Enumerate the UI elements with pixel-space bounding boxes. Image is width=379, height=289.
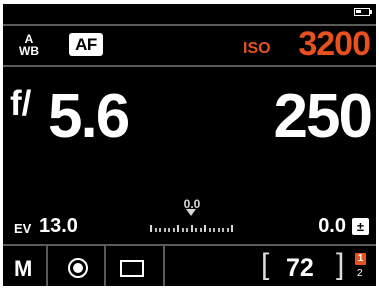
meter-tick — [163, 228, 166, 232]
iso-label: ISO — [243, 40, 271, 57]
ev-value: 13.0 — [39, 215, 78, 237]
aperture-value[interactable]: 5.6 — [48, 86, 130, 148]
meter-tick — [213, 228, 215, 232]
meter-pointer-icon — [186, 209, 196, 216]
meter-tick — [217, 228, 220, 232]
meter-tick — [168, 228, 170, 232]
meter-tick — [159, 228, 161, 232]
divider-bottom — [3, 244, 376, 246]
meter-tick — [177, 225, 179, 232]
meter-tick — [222, 228, 224, 232]
battery-icon — [354, 8, 370, 16]
exposure-comp-icon[interactable]: ± — [352, 218, 369, 235]
divider-drive — [104, 244, 106, 286]
card-slot-secondary: 2 — [357, 268, 363, 279]
meter-tick — [195, 228, 197, 232]
card-slot-active-icon: 1 — [355, 253, 366, 265]
shots-bracket-open: [ — [261, 248, 270, 281]
meter-tick — [150, 225, 152, 232]
meter-tick — [204, 225, 206, 232]
meter-tick — [208, 228, 211, 232]
white-balance-auto[interactable]: A WB — [14, 33, 44, 57]
meter-tick — [181, 228, 184, 232]
camera-screen: A WB AF ISO 3200 f/ 5.6 250 EV 13.0 0.0 … — [0, 0, 379, 289]
meter-tick — [226, 228, 229, 232]
meter-tick — [199, 228, 202, 232]
shutter-speed-value[interactable]: 250 — [245, 86, 373, 148]
divider-info — [3, 65, 376, 67]
ev-label: EV — [14, 221, 32, 236]
frame-icon[interactable] — [120, 260, 144, 277]
shots-bracket-close: ] — [336, 248, 345, 281]
exposure-meter-scale — [150, 224, 234, 232]
focus-mode-badge[interactable]: AF — [69, 33, 103, 56]
meter-tick — [190, 225, 193, 232]
wb-line2: WB — [19, 44, 39, 58]
aperture-prefix: f/ — [10, 84, 32, 123]
shots-remaining: 72 — [286, 254, 314, 282]
battery-tip — [370, 10, 372, 14]
meter-tick — [154, 228, 157, 232]
meter-tick — [231, 225, 233, 232]
record-icon[interactable] — [68, 258, 88, 278]
meter-tick — [172, 228, 175, 232]
divider-mode — [46, 244, 48, 286]
divider-format — [163, 244, 165, 286]
exposure-comp-value[interactable]: 0.0 — [300, 215, 346, 238]
shooting-mode[interactable]: M — [14, 256, 32, 282]
iso-value[interactable]: 3200 — [275, 25, 371, 64]
meter-tick — [186, 228, 188, 232]
